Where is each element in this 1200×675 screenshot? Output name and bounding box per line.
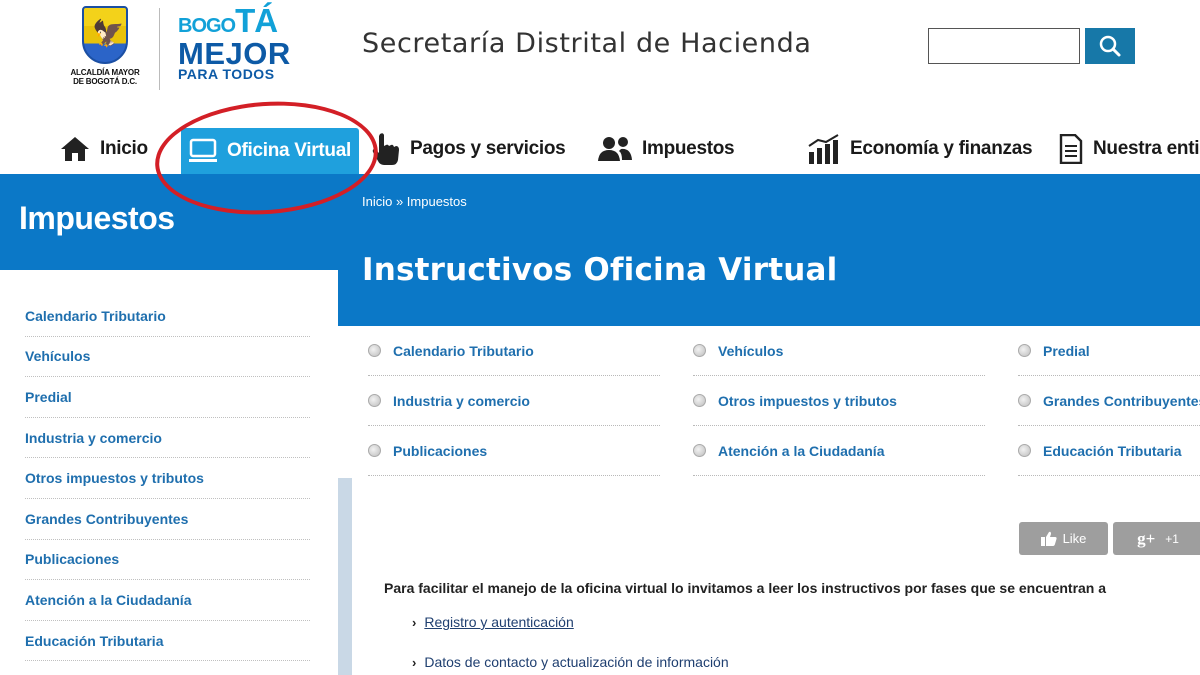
sidebar-item-calendario[interactable]: Calendario Tributario xyxy=(25,296,310,337)
sidebar-item-publicaciones[interactable]: Publicaciones xyxy=(25,540,310,581)
topic-label: Industria y comercio xyxy=(393,392,530,409)
bogota-mejor-logo[interactable]: BOGOTÁ MEJOR PARA TODOS xyxy=(178,4,291,82)
gplus-count: +1 xyxy=(1165,531,1179,546)
topic-link[interactable]: Industria y comercio xyxy=(368,376,660,426)
thumbs-up-icon xyxy=(1040,531,1057,546)
nav-label-pagos: Pagos y servicios xyxy=(410,138,566,159)
topic-link[interactable]: Vehículos xyxy=(693,326,985,376)
crest-text-line1: ALCALDÍA MAYOR xyxy=(70,68,140,77)
radio-bullet-icon xyxy=(368,344,381,357)
sidebar-item-industria[interactable]: Industria y comercio xyxy=(25,418,310,459)
radio-bullet-icon xyxy=(1018,444,1031,457)
radio-bullet-icon xyxy=(693,344,706,357)
sidebar-item-grandes-contribuyentes[interactable]: Grandes Contribuyentes xyxy=(25,499,310,540)
sidebar-item-predial[interactable]: Predial xyxy=(25,377,310,418)
chevron-right-icon: › xyxy=(412,654,417,670)
intro-text: Para facilitar el manejo de la oficina v… xyxy=(384,580,1107,596)
sidebar-menu: Calendario Tributario Vehículos Predial … xyxy=(25,296,310,662)
radio-bullet-icon xyxy=(1018,344,1031,357)
sidebar-item-atencion[interactable]: Atención a la Ciudadanía xyxy=(25,580,310,621)
nav-item-nuestra-entidad[interactable]: Nuestra enti xyxy=(1059,124,1200,174)
link-registro[interactable]: › Registro y autenticación xyxy=(412,614,574,630)
home-icon xyxy=(60,136,90,162)
search-input[interactable] xyxy=(928,28,1080,64)
nav-item-impuestos[interactable]: Impuestos xyxy=(598,124,735,174)
logo-line1-prefix: BOGO xyxy=(178,15,236,37)
topic-label: Publicaciones xyxy=(393,442,488,459)
topic-label: Predial xyxy=(1043,342,1090,359)
document-icon xyxy=(1059,134,1083,164)
radio-bullet-icon xyxy=(693,394,706,407)
topic-label: Calendario Tributario xyxy=(393,342,534,359)
link-label: Registro y autenticación xyxy=(424,614,574,630)
topic-link[interactable]: Atención a la Ciudadanía xyxy=(693,426,985,476)
alcaldia-crest-logo[interactable]: 🦅 ALCALDÍA MAYOR DE BOGOTÁ D.C. xyxy=(62,6,148,86)
logo-line1-suffix: TÁ xyxy=(235,2,278,39)
topic-link[interactable]: Calendario Tributario xyxy=(368,326,660,376)
topic-label: Educación Tributaria xyxy=(1043,442,1182,459)
logo-line3: PARA TODOS xyxy=(178,66,275,82)
sidebar-item-educacion[interactable]: Educación Tributaria xyxy=(25,621,310,662)
nav-label-impuestos: Impuestos xyxy=(642,138,735,159)
bar-chart-icon xyxy=(808,134,840,164)
topic-link[interactable]: Predial xyxy=(1018,326,1200,376)
users-icon xyxy=(598,136,632,162)
nav-label-nuestra-entidad: Nuestra enti xyxy=(1093,138,1200,159)
chevron-right-icon: › xyxy=(412,614,417,630)
facebook-like-button[interactable]: Like xyxy=(1019,522,1108,555)
topic-link[interactable]: Grandes Contribuyentes xyxy=(1018,376,1200,426)
site-title: Secretaría Distrital de Hacienda xyxy=(362,28,812,59)
radio-bullet-icon xyxy=(1018,394,1031,407)
radio-bullet-icon xyxy=(368,444,381,457)
logo-divider xyxy=(159,8,160,90)
logo-line2: MEJOR xyxy=(178,36,291,71)
shield-icon: 🦅 xyxy=(82,6,128,64)
nav-item-pagos[interactable]: Pagos y servicios xyxy=(372,124,566,174)
topic-label: Grandes Contribuyentes xyxy=(1043,392,1200,409)
nav-item-inicio[interactable]: Inicio xyxy=(60,124,148,174)
sidebar-title: Impuestos xyxy=(19,200,175,236)
sidebar-item-otros-impuestos[interactable]: Otros impuestos y tributos xyxy=(25,458,310,499)
topic-link[interactable]: Educación Tributaria xyxy=(1018,426,1200,476)
topic-link[interactable]: Otros impuestos y tributos xyxy=(693,376,985,426)
nav-item-economia[interactable]: Economía y finanzas xyxy=(808,124,1033,174)
topic-label: Atención a la Ciudadanía xyxy=(718,442,885,459)
search-button[interactable] xyxy=(1085,28,1135,64)
link-label: Datos de contacto y actualización de inf… xyxy=(424,654,729,670)
sidebar-edge xyxy=(338,478,352,675)
topic-label: Otros impuestos y tributos xyxy=(718,392,897,409)
link-datos-contacto[interactable]: › Datos de contacto y actualización de i… xyxy=(412,654,729,670)
page-title: Instructivos Oficina Virtual xyxy=(362,252,838,288)
topic-label: Vehículos xyxy=(718,342,784,359)
google-plus-button[interactable]: g+ +1 xyxy=(1113,522,1200,555)
nav-label-inicio: Inicio xyxy=(100,138,148,159)
breadcrumb[interactable]: Inicio » Impuestos xyxy=(362,194,467,209)
nav-label-economia: Economía y finanzas xyxy=(850,138,1033,159)
sidebar-item-vehiculos[interactable]: Vehículos xyxy=(25,337,310,378)
like-label: Like xyxy=(1062,531,1087,546)
radio-bullet-icon xyxy=(368,394,381,407)
search-icon xyxy=(1099,35,1121,57)
topic-link[interactable]: Publicaciones xyxy=(368,426,660,476)
radio-bullet-icon xyxy=(693,444,706,457)
crest-text-line2: DE BOGOTÁ D.C. xyxy=(73,77,137,86)
google-plus-icon: g+ xyxy=(1137,528,1156,548)
